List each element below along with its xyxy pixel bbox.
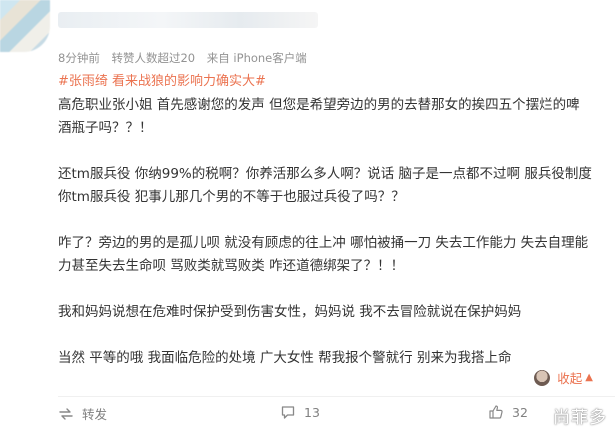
comment-button[interactable]: 13: [280, 404, 320, 420]
post-paragraph: 高危职业张小姐 首先感谢您的发声 但您是希望旁边的男的去替那女的挨四五个摆烂的啤…: [58, 97, 580, 136]
action-bar: 转发 13 32: [58, 404, 615, 428]
user-avatar[interactable]: [0, 0, 50, 52]
repost-button[interactable]: 转发: [58, 404, 107, 423]
post-paragraph: 当然 平等的哦 我面临危险的处境 广大女性 帮我报个警就行 别来为我搭上命: [58, 350, 512, 366]
like-button[interactable]: 32: [488, 404, 528, 420]
post-body: 高危职业张小姐 首先感谢您的发声 但您是希望旁边的男的去替那女的挨四五个摆烂的啤…: [58, 94, 593, 370]
mini-avatar-icon: [534, 369, 551, 386]
username-blurred[interactable]: [58, 12, 318, 28]
repost-icon: [59, 407, 73, 420]
comment-count: 13: [304, 404, 320, 420]
divider: [58, 396, 615, 397]
post-paragraph: 我和妈妈说想在危难时保护受到伤害女性，妈妈说 我不去冒险就说在保护妈妈: [58, 304, 522, 320]
post-paragraph: 咋了？旁边的男的是孤儿呗 就没有顾虑的往上冲 哪怕被捅一刀 失去工作能力 失去自…: [58, 235, 589, 274]
like-count: 32: [512, 404, 528, 420]
post-meta: 8分钟前 转赞人数超过20 来自 iPhone客户端: [58, 50, 315, 66]
watermark-text: 尚菲多: [553, 408, 607, 428]
repost-label: 转发: [82, 407, 108, 422]
post-source: 来自 iPhone客户端: [206, 51, 307, 65]
comment-icon: [281, 406, 295, 419]
post-time: 8分钟前: [58, 51, 100, 65]
post-repost-info: 转赞人数超过20: [111, 51, 196, 65]
thumbs-up-icon: [489, 405, 503, 419]
post-paragraph: 还tm服兵役 你纳99%的税啊？你养活那么多人啊？说话 脑子是一点都不过啊 服兵…: [58, 166, 592, 205]
chevron-up-icon: ▲: [585, 372, 593, 383]
hashtag-link[interactable]: #张雨绮 看来战狼的影响力确实大#: [58, 70, 266, 89]
collapse-label: 收起: [557, 371, 583, 386]
collapse-button[interactable]: 收起 ▲: [534, 368, 593, 387]
